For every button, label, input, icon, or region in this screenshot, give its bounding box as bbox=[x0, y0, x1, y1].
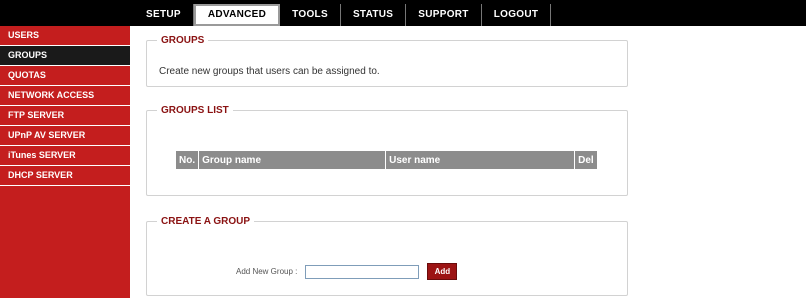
tab-advanced[interactable]: ADVANCED bbox=[193, 4, 281, 26]
groups-section-title: GROUPS bbox=[161, 35, 205, 46]
groups-list-title: GROUPS LIST bbox=[161, 105, 229, 116]
sidebar-item-network-access[interactable]: NETWORK ACCESS bbox=[0, 86, 130, 106]
column-header-del: Del bbox=[574, 150, 599, 170]
add-group-button[interactable]: Add bbox=[427, 263, 458, 280]
new-group-input[interactable] bbox=[305, 264, 420, 279]
main-nav-tabs: SETUP ADVANCED TOOLS STATUS SUPPORT LOGO… bbox=[134, 4, 552, 26]
sidebar-item-ftp-server[interactable]: FTP SERVER bbox=[0, 106, 130, 126]
groups-list-section: GROUPS LIST No. Group name User name Del bbox=[146, 105, 628, 196]
tab-support[interactable]: SUPPORT bbox=[406, 4, 482, 26]
tab-setup[interactable]: SETUP bbox=[134, 4, 194, 26]
groups-section: GROUPS Create new groups that users can … bbox=[146, 35, 628, 87]
sidebar-item-dhcp-server[interactable]: DHCP SERVER bbox=[0, 166, 130, 186]
sidebar-item-groups[interactable]: GROUPS bbox=[0, 46, 130, 66]
create-group-title: CREATE A GROUP bbox=[161, 216, 251, 227]
topbar-left-spacer bbox=[0, 0, 130, 26]
top-navigation-bar: SETUP ADVANCED TOOLS STATUS SUPPORT LOGO… bbox=[0, 0, 806, 26]
groups-description: Create new groups that users can be assi… bbox=[159, 66, 380, 77]
tab-status[interactable]: STATUS bbox=[341, 4, 407, 26]
sidebar: USERS GROUPS QUOTAS NETWORK ACCESS FTP S… bbox=[0, 26, 130, 298]
tab-tools[interactable]: TOOLS bbox=[280, 4, 341, 26]
sidebar-item-users[interactable]: USERS bbox=[0, 26, 130, 46]
add-group-label: Add New Group : bbox=[236, 267, 298, 276]
column-header-user-name: User name bbox=[385, 150, 576, 170]
sidebar-item-itunes-server[interactable]: iTunes SERVER bbox=[0, 146, 130, 166]
main-content: GROUPS Create new groups that users can … bbox=[130, 26, 806, 298]
tab-logout[interactable]: LOGOUT bbox=[482, 4, 552, 26]
groups-table: No. Group name User name Del bbox=[174, 150, 599, 170]
sidebar-item-upnp-av-server[interactable]: UPnP AV SERVER bbox=[0, 126, 130, 146]
create-group-section: CREATE A GROUP Add New Group : Add bbox=[146, 216, 628, 296]
sidebar-item-quotas[interactable]: QUOTAS bbox=[0, 66, 130, 86]
groups-table-header-row: No. Group name User name Del bbox=[174, 150, 599, 170]
column-header-group-name: Group name bbox=[198, 150, 387, 170]
add-group-row: Add New Group : Add bbox=[236, 263, 458, 280]
column-header-no: No. bbox=[174, 150, 200, 170]
